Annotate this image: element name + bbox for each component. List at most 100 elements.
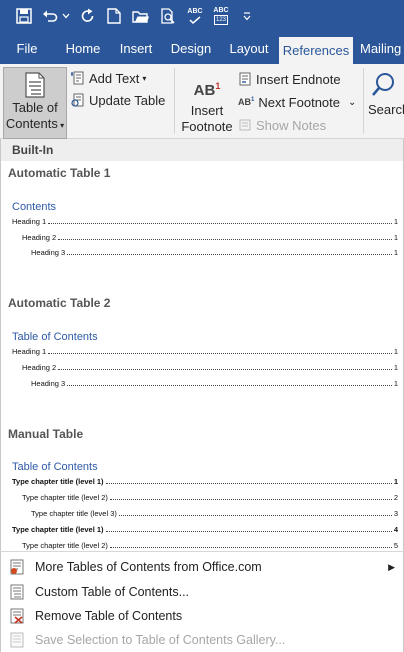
gallery-item-heading: Contents	[12, 201, 57, 213]
toc-entry-level-3: Type chapter title (level 3) 3	[31, 508, 398, 520]
toc-entry-label: Type chapter title (level 1)	[12, 525, 104, 534]
insert-endnote-label: Insert Endnote	[256, 71, 341, 87]
toc-leader-dots	[105, 476, 392, 484]
quick-access-toolbar: ABC ABC 123	[0, 0, 404, 34]
chevron-down-icon: ▾	[142, 73, 147, 83]
toc-entry-level-1: Type chapter title (level 1) 1	[12, 476, 398, 488]
ribbon-separator	[174, 68, 175, 134]
update-table-button[interactable]: Update Table	[71, 90, 165, 110]
redo-icon[interactable]	[78, 6, 98, 26]
footnote-icon-sup: 1	[215, 81, 221, 91]
gallery-item-title: Manual Table	[8, 427, 84, 441]
toc-entry-label: Type chapter title (level 1)	[12, 477, 104, 486]
insert-footnote-button[interactable]: AB1 Insert Footnote	[178, 74, 236, 135]
spelling-check-icon[interactable]: ABC 123	[210, 6, 232, 26]
next-footnote-icon-text: AB	[238, 97, 251, 107]
search-icon	[372, 73, 394, 96]
next-footnote-button[interactable]: AB1 Next Footnote ⌄	[238, 92, 356, 112]
insert-footnote-label-line1: Insert	[190, 103, 224, 118]
toc-entry-level-3: Heading 3 1	[31, 247, 398, 259]
toc-leader-dots	[109, 492, 392, 500]
custom-toc-menu-item[interactable]: Custom Table of Contents...	[1, 580, 403, 604]
toc-leader-dots	[48, 216, 392, 224]
tab-references[interactable]: References	[279, 37, 353, 64]
toc-entry-label: Heading 2	[22, 363, 57, 372]
custom-toc-icon	[10, 584, 24, 600]
spelling-check-123-label: 123	[213, 15, 228, 25]
gallery-item-heading: Table of Contents	[12, 461, 98, 473]
toc-leader-dots	[105, 524, 392, 532]
toc-entry-level-3: Heading 3 1	[31, 378, 398, 390]
tab-home[interactable]: Home	[60, 34, 106, 64]
ribbon-separator	[363, 68, 364, 134]
table-of-contents-icon	[25, 72, 45, 98]
next-footnote-icon-sup: 1	[251, 97, 255, 103]
toc-entry-page: 1	[393, 233, 398, 242]
new-document-icon[interactable]	[104, 6, 124, 26]
tab-mailings[interactable]: Mailing	[360, 34, 404, 64]
footnote-icon: AB1	[178, 74, 236, 103]
tab-layout[interactable]: Layout	[223, 34, 275, 64]
toc-leader-dots	[48, 346, 392, 354]
spelling-check-abc-label: ABC	[213, 7, 229, 14]
chevron-down-icon[interactable]: ⌄	[348, 97, 356, 108]
more-tables-from-office-menu-item[interactable]: More Tables of Contents from Office.com …	[1, 555, 403, 579]
search-button[interactable]: Search	[368, 72, 404, 118]
toc-gallery: Built-In Automatic Table 1 Contents Head…	[0, 139, 404, 551]
undo-dropdown-icon[interactable]	[60, 6, 72, 26]
toc-entry-label: Heading 3	[31, 379, 66, 388]
toc-leader-dots	[118, 508, 392, 516]
tab-design[interactable]: Design	[166, 34, 216, 64]
toc-leader-dots	[58, 362, 392, 370]
toc-entry-label: Heading 1	[12, 217, 47, 226]
toc-entry-page: 1	[393, 363, 398, 372]
toc-entry-level-1: Heading 1 1	[12, 346, 398, 358]
add-text-label: Add Text	[89, 70, 140, 86]
next-footnote-label: Next Footnote	[258, 94, 340, 110]
search-label: Search	[368, 102, 404, 117]
remove-toc-icon	[10, 608, 24, 624]
submenu-arrow-icon: ▶	[388, 561, 395, 572]
print-preview-icon[interactable]	[158, 6, 178, 26]
toc-menu: More Tables of Contents from Office.com …	[0, 551, 404, 652]
tab-file[interactable]: File	[8, 34, 46, 64]
tab-insert[interactable]: Insert	[113, 34, 159, 64]
menu-item-label: Save Selection to Table of Contents Gall…	[35, 633, 286, 647]
open-folder-icon[interactable]	[130, 6, 152, 26]
table-of-contents-button[interactable]: Table of Contents ▾	[3, 67, 67, 139]
show-notes-label: Show Notes	[256, 117, 327, 133]
customize-qat-icon[interactable]	[240, 6, 254, 26]
toc-entry-page: 1	[393, 217, 398, 226]
toc-entry-page: 4	[393, 525, 398, 534]
remove-toc-menu-item[interactable]: Remove Table of Contents	[1, 604, 403, 628]
toc-entry-level-1: Type chapter title (level 1) 4	[12, 524, 398, 536]
gallery-item-title: Automatic Table 2	[8, 296, 111, 310]
references-ribbon: Table of Contents ▾ Add Text ▾ Update Ta…	[0, 64, 404, 139]
add-text-icon	[71, 71, 84, 85]
spelling-abc-label: ABC	[187, 8, 203, 15]
footnote-icon-text: AB	[193, 82, 216, 99]
undo-icon[interactable]	[40, 6, 60, 26]
office-online-icon	[10, 559, 24, 575]
toc-entry-page: 3	[393, 509, 398, 518]
save-icon[interactable]	[14, 6, 34, 26]
show-notes-button[interactable]: Show Notes	[238, 115, 326, 135]
show-notes-icon	[239, 119, 251, 131]
insert-endnote-button[interactable]: Insert Endnote	[238, 69, 341, 89]
save-selection-to-gallery-menu-item[interactable]: Save Selection to Table of Contents Gall…	[1, 628, 403, 652]
toc-entry-level-2: Type chapter title (level 2) 2	[22, 492, 398, 504]
toc-entry-page: 5	[393, 541, 398, 550]
spelling-icon[interactable]: ABC	[184, 6, 206, 26]
menu-item-label: More Tables of Contents from Office.com	[35, 560, 262, 574]
add-text-button[interactable]: Add Text ▾	[71, 68, 146, 88]
insert-endnote-icon	[239, 72, 251, 86]
built-in-section-header: Built-In	[1, 139, 403, 161]
toc-label-line1: Table of	[12, 100, 58, 115]
toc-entry-label: Heading 2	[22, 233, 57, 242]
save-to-gallery-icon	[10, 632, 24, 648]
toc-entry-page: 2	[393, 493, 398, 502]
toc-entry-level-1: Heading 1 1	[12, 216, 398, 228]
toc-label-line2-text: Contents	[5, 116, 58, 131]
toc-entry-label: Type chapter title (level 3)	[31, 509, 117, 518]
toc-leader-dots	[67, 378, 392, 386]
